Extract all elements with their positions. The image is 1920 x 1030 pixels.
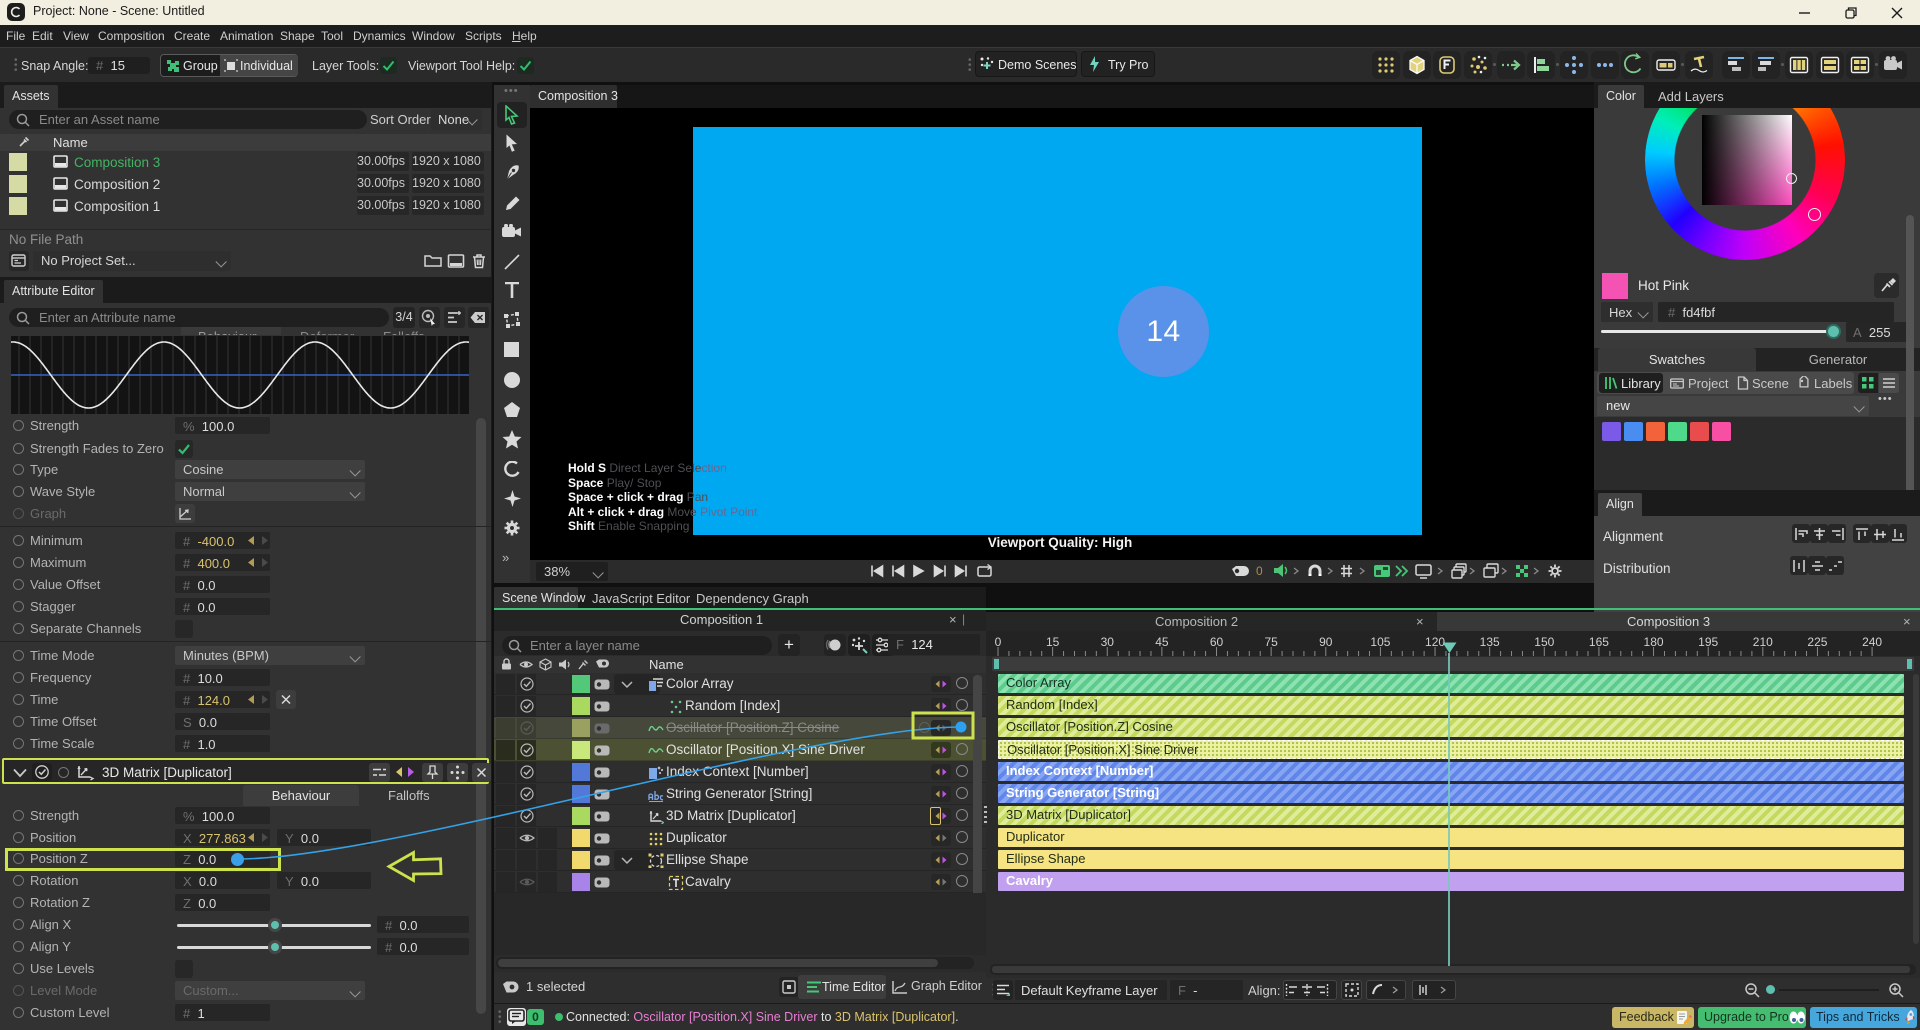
svg-text:0: 0 — [1256, 564, 1263, 578]
